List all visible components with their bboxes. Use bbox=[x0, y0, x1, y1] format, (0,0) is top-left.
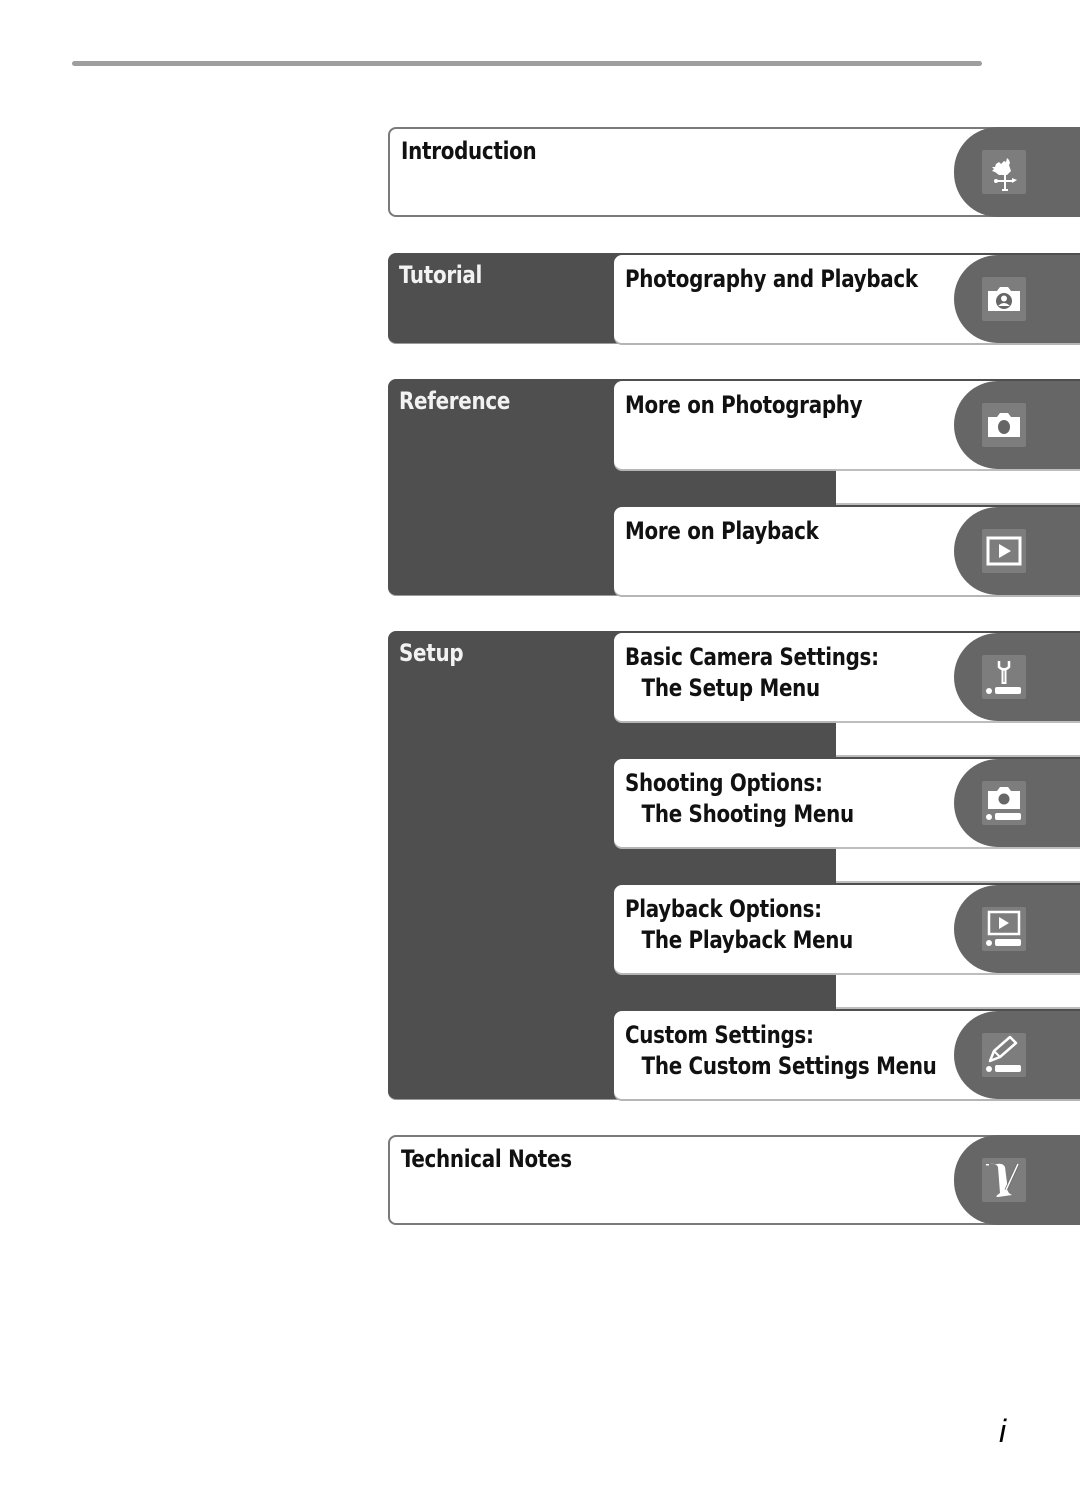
entry-title: Playback Options: The Playback Menu bbox=[625, 894, 853, 956]
toc-entry-playback-menu[interactable]: Playback Options: The Playback Menu bbox=[614, 885, 1080, 973]
entry-title-line1: Shooting Options: bbox=[625, 769, 823, 797]
toc-entry-custom-settings-menu[interactable]: Custom Settings: The Custom Settings Men… bbox=[614, 1011, 1080, 1099]
connector-gap bbox=[836, 721, 1080, 757]
section-title: Technical Notes bbox=[401, 1145, 572, 1173]
section-tab bbox=[954, 885, 1080, 973]
custom-settings-pencil-icon bbox=[982, 1033, 1026, 1077]
entry-title: More on Photography bbox=[625, 391, 863, 419]
section-tab bbox=[954, 255, 1080, 343]
toc-entry-shooting-menu[interactable]: Shooting Options: The Shooting Menu bbox=[614, 759, 1080, 847]
header-rule bbox=[72, 61, 982, 66]
connector-gap bbox=[836, 973, 1080, 1009]
section-tutorial: Tutorial Photography and Playback bbox=[388, 253, 1080, 343]
camera-portrait-icon bbox=[982, 277, 1026, 321]
page-number: i bbox=[999, 1413, 1007, 1449]
entry-title-line2: The Setup Menu bbox=[641, 674, 821, 702]
playback-menu-icon bbox=[982, 907, 1026, 951]
connector-gap bbox=[836, 847, 1080, 883]
setup-menu-wrench-icon bbox=[982, 655, 1026, 699]
section-reference: Reference More on Photography More on Pl… bbox=[388, 379, 1080, 595]
section-label: Setup bbox=[399, 639, 464, 667]
section-tab bbox=[954, 1011, 1080, 1099]
toc-entry-more-on-playback[interactable]: More on Playback bbox=[614, 507, 1080, 595]
entry-title-line1: Playback Options: bbox=[625, 895, 822, 923]
shooting-menu-camera-icon bbox=[982, 781, 1026, 825]
toc-entry-introduction[interactable]: Introduction bbox=[388, 127, 1080, 217]
entry-title: More on Playback bbox=[625, 517, 819, 545]
weathervane-icon bbox=[982, 150, 1026, 194]
section-introduction: Introduction bbox=[388, 127, 1080, 217]
section-title: Introduction bbox=[401, 137, 537, 165]
entry-title-line2: The Shooting Menu bbox=[641, 800, 855, 828]
entry-title: Photography and Playback bbox=[625, 265, 918, 293]
playback-icon bbox=[982, 529, 1026, 573]
camera-icon bbox=[982, 403, 1026, 447]
entry-title: Custom Settings: The Custom Settings Men… bbox=[625, 1020, 937, 1082]
toc-entry-setup-menu[interactable]: Basic Camera Settings: The Setup Menu bbox=[614, 633, 1080, 721]
section-tab bbox=[954, 633, 1080, 721]
entry-title-line2: The Custom Settings Menu bbox=[641, 1052, 937, 1080]
toc-entry-photography-and-playback[interactable]: Photography and Playback bbox=[614, 255, 1080, 343]
section-tab bbox=[954, 1135, 1080, 1225]
connector-gap bbox=[836, 469, 1080, 505]
section-tab bbox=[954, 127, 1080, 217]
section-tab bbox=[954, 381, 1080, 469]
section-tab bbox=[954, 507, 1080, 595]
section-setup: Setup Basic Camera Settings: The Setup M… bbox=[388, 631, 1080, 1099]
entry-title-line2: The Playback Menu bbox=[641, 926, 854, 954]
section-tab bbox=[954, 759, 1080, 847]
section-technical-notes: Technical Notes bbox=[388, 1135, 1080, 1225]
entry-title: Shooting Options: The Shooting Menu bbox=[625, 768, 854, 830]
entry-title: Basic Camera Settings: The Setup Menu bbox=[625, 642, 879, 704]
toc-entry-more-on-photography[interactable]: More on Photography bbox=[614, 381, 1080, 469]
toc-entry-technical-notes[interactable]: Technical Notes bbox=[388, 1135, 1080, 1225]
entry-title-line1: Basic Camera Settings: bbox=[625, 643, 879, 671]
section-label: Tutorial bbox=[399, 261, 483, 289]
section-label: Reference bbox=[399, 387, 511, 415]
entry-title-line1: Custom Settings: bbox=[625, 1021, 814, 1049]
scroll-quill-icon bbox=[982, 1158, 1026, 1202]
